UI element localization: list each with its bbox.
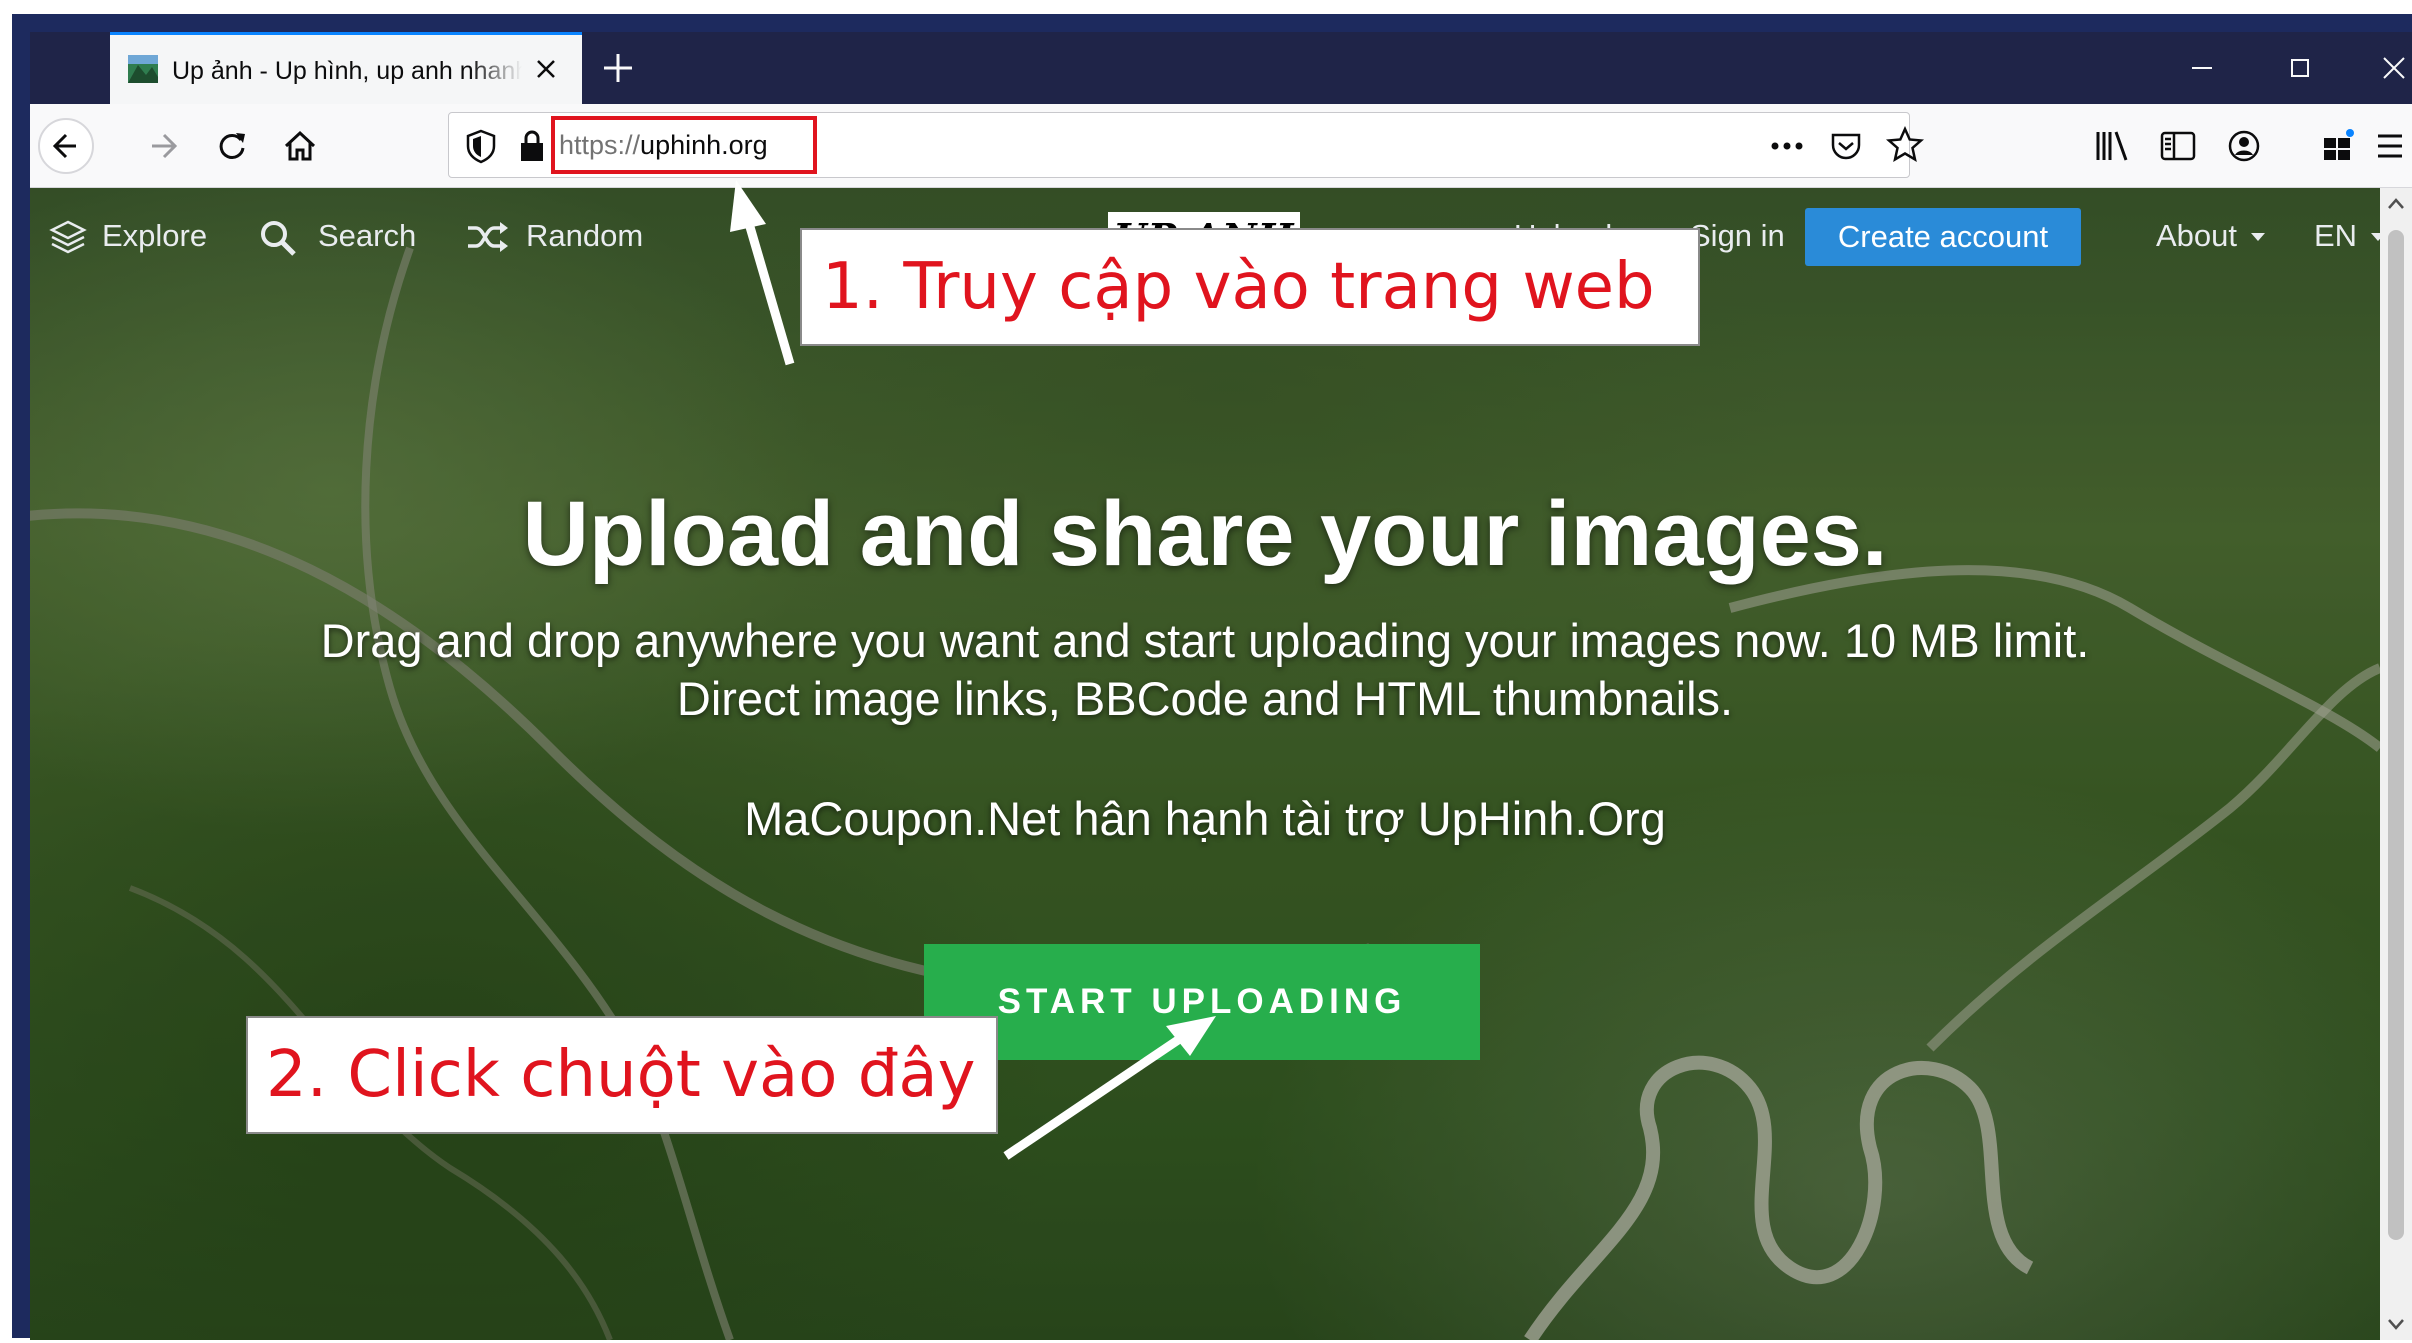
caret-down-icon	[2371, 233, 2380, 241]
browser-window: Up ảnh - Up hình, up anh nhanh https://u…	[30, 32, 2412, 1340]
tracking-shield-icon[interactable]	[463, 127, 499, 165]
minimize-icon[interactable]	[2180, 48, 2224, 88]
new-tab-icon[interactable]	[598, 48, 638, 88]
extensions-icon[interactable]	[2316, 124, 2360, 168]
create-account-button[interactable]: Create account	[1805, 208, 2081, 266]
library-icon[interactable]	[2090, 124, 2134, 168]
back-button[interactable]	[38, 118, 94, 174]
language-label: EN	[2314, 218, 2358, 253]
url-highlight-box	[551, 116, 817, 174]
address-bar[interactable]: https://uphinh.org	[448, 112, 1925, 178]
account-icon[interactable]	[2222, 124, 2266, 168]
tab-title: Up ảnh - Up hình, up anh nhanh	[172, 57, 522, 85]
page-actions-icon[interactable]	[1767, 131, 1807, 161]
hero-description: Drag and drop anywhere you want and star…	[320, 614, 2090, 725]
language-dropdown[interactable]: EN	[2314, 214, 2380, 258]
annotation-step-1: 1. Truy cập vào trang web	[800, 228, 1700, 346]
site-favicon-icon	[128, 55, 158, 83]
scroll-thumb[interactable]	[2388, 230, 2404, 1240]
reload-icon[interactable]	[204, 118, 260, 174]
page-scrollbar[interactable]	[2380, 188, 2412, 1340]
annotation-step-2: 2. Click chuột vào đây	[246, 1016, 998, 1134]
search-icon	[261, 221, 296, 256]
explore-label: Explore	[102, 218, 208, 253]
random-label: Random	[526, 218, 644, 253]
sidebar-icon[interactable]	[2156, 124, 2200, 168]
close-tab-icon[interactable]	[530, 53, 562, 85]
maximize-icon[interactable]	[2278, 48, 2322, 88]
start-uploading-button[interactable]: START UPLOADING	[924, 944, 1480, 1060]
shuffle-icon	[468, 222, 508, 252]
page-content: Explore Search Random UP ANH Upload Sign	[30, 188, 2380, 1340]
navigation-toolbar: https://uphinh.org	[30, 104, 2412, 188]
hero-title: Upload and share your images.	[522, 483, 1888, 585]
forward-arrow-icon[interactable]	[136, 118, 192, 174]
pocket-icon[interactable]	[1827, 127, 1865, 165]
caret-down-icon	[2251, 233, 2265, 241]
scroll-down-icon[interactable]	[2386, 1316, 2406, 1332]
menu-icon[interactable]	[2372, 124, 2408, 168]
home-icon[interactable]	[272, 118, 328, 174]
close-window-icon[interactable]	[2376, 48, 2412, 88]
about-label: About	[2156, 218, 2238, 253]
random-link[interactable]: Random	[464, 214, 664, 258]
tab-bar: Up ảnh - Up hình, up anh nhanh	[30, 32, 2412, 104]
lock-icon[interactable]	[517, 127, 547, 165]
browser-tab[interactable]: Up ảnh - Up hình, up anh nhanh	[110, 32, 582, 104]
bookmark-star-icon[interactable]	[1885, 125, 1925, 165]
search-link[interactable]: Search	[258, 214, 428, 258]
back-arrow-icon	[52, 133, 76, 159]
explore-link[interactable]: Explore	[48, 214, 218, 258]
about-dropdown[interactable]: About	[2156, 214, 2276, 258]
sponsor-text: MaCoupon.Net hân hạnh tài trợ UpHinh.Org	[744, 792, 1666, 845]
scroll-up-icon[interactable]	[2386, 196, 2406, 212]
search-label: Search	[318, 218, 417, 253]
layers-icon	[49, 220, 87, 254]
background-overlay	[30, 188, 2380, 1340]
sign-in-link[interactable]: Sign in	[1690, 214, 1800, 258]
